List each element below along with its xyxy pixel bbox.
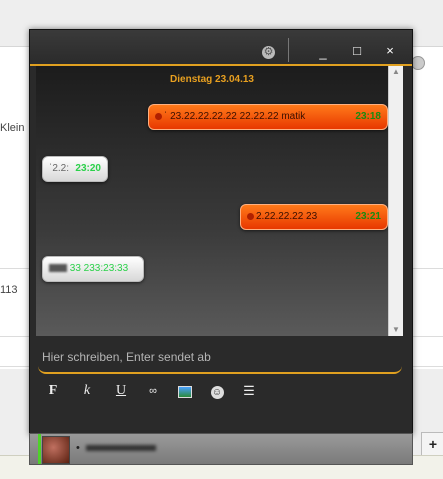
message-list[interactable]: Dienstag 23.04.13 ˈ 23.22.22.22.22 22.22… — [36, 66, 388, 336]
message-text: ˈ 23.22.22.22.22 22.22.22 matik — [155, 105, 305, 129]
smiley-icon[interactable]: ☺ — [206, 380, 228, 402]
date-separator: Dienstag 23.04.13 — [170, 74, 254, 85]
message-bubble-incoming: ˈ2.2: 23:20 — [42, 156, 108, 182]
online-status-indicator — [38, 434, 41, 464]
format-toolbar: F k U ∞ ☺ ☰ — [38, 380, 402, 402]
scroll-up-icon[interactable]: ▲ — [389, 66, 403, 78]
underline-button[interactable]: U — [110, 380, 132, 402]
blurred-content — [49, 264, 67, 273]
settings-icon[interactable]: ⚙ — [262, 46, 275, 59]
avatar[interactable] — [42, 436, 70, 464]
message-time: 23:20 — [75, 163, 101, 174]
background-text-113: 113 — [0, 284, 18, 296]
link-icon[interactable]: ∞ — [142, 380, 164, 402]
chat-titlebar[interactable]: ⚙ _ □ × — [30, 30, 412, 66]
chat-window: ⚙ _ □ × Dienstag 23.04.13 ˈ 23.22.22.22.… — [29, 29, 413, 435]
bold-button[interactable]: F — [42, 380, 64, 402]
message-bubble-outgoing: ˈ 23.22.22.22.22 22.22.22 matik 23:18 — [148, 104, 388, 130]
background-scroll-icon[interactable] — [411, 56, 425, 70]
status-dot-icon — [155, 112, 162, 120]
scroll-down-icon[interactable]: ▼ — [389, 324, 403, 336]
message-text: 2.22.22.22 23 — [247, 205, 317, 229]
titlebar-separator — [288, 38, 289, 62]
message-time: 23:21 — [355, 211, 381, 222]
message-text: ˈ2.2: — [49, 163, 70, 174]
image-icon[interactable] — [174, 380, 196, 402]
close-button[interactable]: × — [381, 42, 399, 60]
contact-name[interactable]: • — [76, 442, 156, 454]
message-text: 33 233:23:33 — [49, 257, 128, 281]
maximize-button[interactable]: □ — [348, 42, 366, 60]
contact-bar[interactable]: • — [29, 433, 413, 465]
minimize-button[interactable]: _ — [314, 44, 332, 62]
background-text-klein: Klein — [0, 122, 25, 134]
blurred-name — [85, 445, 156, 452]
message-input-area — [38, 342, 402, 374]
message-bubble-incoming: 33 233:23:33 — [42, 256, 144, 282]
message-time: 23:18 — [355, 111, 381, 122]
italic-button[interactable]: k — [76, 380, 98, 402]
menu-icon[interactable]: ☰ — [238, 380, 260, 402]
status-dot-icon — [247, 212, 254, 220]
message-input[interactable] — [40, 346, 394, 368]
message-scrollbar[interactable]: ▲ ▼ — [388, 66, 403, 336]
add-button[interactable]: + — [421, 432, 443, 456]
message-bubble-outgoing: 2.22.22.22 23 23:21 — [240, 204, 388, 230]
